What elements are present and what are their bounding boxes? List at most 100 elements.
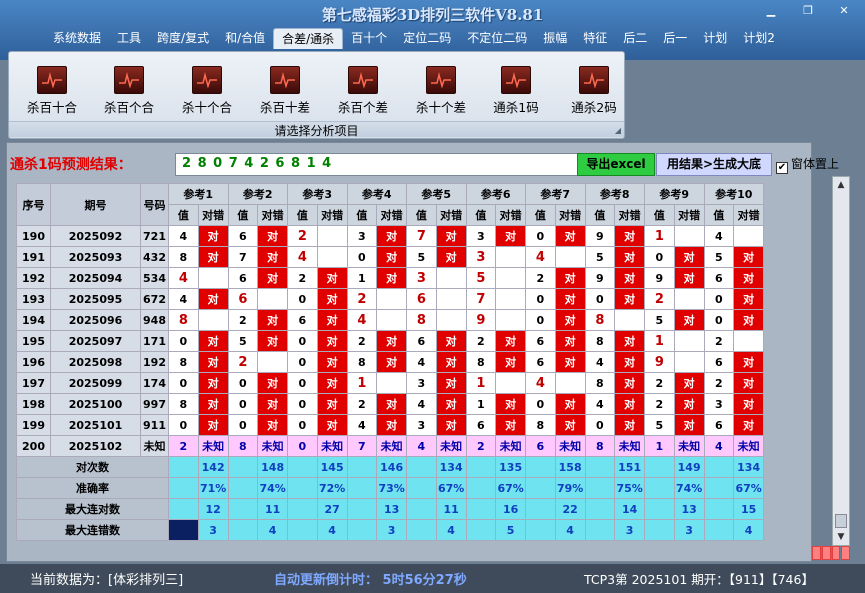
cell-value: 0 <box>168 330 199 352</box>
close-icon[interactable]: ✕ <box>833 4 855 20</box>
cell-seq: 196 <box>16 351 51 373</box>
ribbon-button-3[interactable]: 杀百十差 <box>250 66 320 116</box>
cell-value: 1 <box>465 393 497 415</box>
ribbon-button-6[interactable]: 通杀1码 <box>481 66 551 116</box>
col-header-ref-6: 参考6 <box>465 183 526 205</box>
menu-item-13[interactable]: 计划2 <box>735 28 783 49</box>
ribbon-button-7[interactable]: 通杀2码 <box>559 66 629 116</box>
minimize-icon[interactable]: ▁ <box>760 4 782 20</box>
cell-value: 2 <box>465 435 497 457</box>
ribbon-button-2[interactable]: 杀十个合 <box>172 66 242 116</box>
cell-period: 2025100 <box>50 393 141 415</box>
menu-item-11[interactable]: 后一 <box>655 28 695 49</box>
table-row-prediction[interactable]: 200 2025102 未知 2 未知 8 未知 0 未知 7 未知 4 未知 2 未知 6 未知 8 未知 1 未知 4… <box>16 435 764 457</box>
vertical-scrollbar[interactable]: ▲ ▼ <box>832 176 850 546</box>
cell-value: 7 <box>465 288 497 310</box>
cell-value: 0 <box>525 288 556 310</box>
restore-icon[interactable]: ❐ <box>797 4 819 20</box>
cell-result: 对 <box>257 330 288 352</box>
table-row[interactable]: 196 2025098 192 8 对 2 0 对 8 对 4 对 8 对 6 对 4 对 9 6 对 <box>16 351 764 373</box>
stats-value: 27 <box>316 498 348 520</box>
cell-value: 4 <box>346 414 378 436</box>
col-header-ref-9: 参考9 <box>644 183 705 205</box>
menu-item-12[interactable]: 计划 <box>695 28 735 49</box>
prediction-value-field[interactable]: 2 8 0 7 4 2 6 8 1 4 <box>175 153 585 176</box>
scroll-thumb[interactable] <box>835 514 847 528</box>
cell-result: 对 <box>197 393 229 415</box>
window-ontop-checkbox[interactable]: ✔ 窗体置上 <box>776 155 839 174</box>
cell-value: 0 <box>227 414 259 436</box>
col-subheader-value: 值 <box>465 204 497 226</box>
table-row[interactable]: 194 2025096 948 8 2 对 6 对 4 8 9 0 对 8 5 对 0 对 <box>16 309 764 331</box>
stats-value: 4 <box>554 519 586 541</box>
stats-spacer <box>703 477 735 499</box>
menu-item-9[interactable]: 特征 <box>575 28 615 49</box>
menu-item-0[interactable]: 系统数据 <box>45 28 109 49</box>
ribbon-button-4[interactable]: 杀百个差 <box>328 66 398 116</box>
cell-value: 0 <box>287 435 318 457</box>
scroll-down-icon[interactable]: ▼ <box>833 529 849 545</box>
cell-value: 6 <box>227 288 259 310</box>
stats-value: 5 <box>495 519 526 541</box>
generate-base-button[interactable]: 用结果>生成大底 <box>656 153 772 176</box>
table-row[interactable]: 197 2025099 174 0 对 0 对 0 对 1 3 对 1 4 8 对 2 对 2 对 <box>16 372 764 394</box>
ribbon-button-label: 通杀2码 <box>571 100 617 115</box>
export-excel-button[interactable]: 导出excel <box>577 153 655 176</box>
cell-result: 对 <box>733 414 764 436</box>
cell-result: 未知 <box>554 435 586 457</box>
menu-item-6[interactable]: 定位二码 <box>395 28 459 49</box>
menu-item-7[interactable]: 不定位二码 <box>459 28 535 49</box>
col-subheader-result: 对错 <box>673 204 705 226</box>
cell-result <box>554 372 586 394</box>
cell-period: 2025093 <box>50 246 141 268</box>
table-row[interactable]: 191 2025093 432 8 对 7 对 4 0 对 5 对 3 4 5 对 0 对 5 对 <box>16 246 764 268</box>
ribbon-expand-icon[interactable]: ◢ <box>615 126 621 135</box>
cell-result: 对 <box>316 414 348 436</box>
cell-result: 未知 <box>614 435 645 457</box>
table-row[interactable]: 199 2025101 911 0 对 0 对 0 对 4 对 3 对 6 对 8 对 0 对 5 对 6 对 <box>16 414 764 436</box>
cell-result: 对 <box>614 330 645 352</box>
ribbon-button-0[interactable]: 杀百十合 <box>17 66 87 116</box>
menu-item-4[interactable]: 合差/通杀 <box>273 28 344 49</box>
cell-result <box>197 267 229 289</box>
stats-value: 4 <box>435 519 467 541</box>
table-row[interactable]: 190 2025092 721 4 对 6 对 2 3 对 7 对 3 对 0 对 9 对 1 4 <box>16 225 764 247</box>
col-header-number: 号码 <box>140 183 169 226</box>
menu-item-10[interactable]: 后二 <box>615 28 655 49</box>
analysis-table: 序号 期号 号码 参考1 参考2 参考3 参考4 参考5 参考6 参考7 参考8 参考9 参考10 值对错… <box>16 183 764 541</box>
table-row[interactable]: 195 2025097 171 0 对 5 对 0 对 2 对 6 对 2 对 6 对 8 对 1 2 <box>16 330 764 352</box>
stats-spacer <box>287 519 318 541</box>
cell-value: 0 <box>227 393 259 415</box>
cell-value: 9 <box>644 351 675 373</box>
cell-period: 2025099 <box>50 372 141 394</box>
cell-value: 2 <box>644 288 675 310</box>
table-row[interactable]: 193 2025095 672 4 对 6 0 对 2 6 7 0 对 0 对 2 0 对 <box>16 288 764 310</box>
menu-item-2[interactable]: 跨度/复式 <box>149 28 217 49</box>
menu-item-8[interactable]: 振幅 <box>535 28 575 49</box>
checkbox-check-icon[interactable]: ✔ <box>776 162 788 174</box>
cell-value: 3 <box>406 414 437 436</box>
stats-spacer <box>227 519 259 541</box>
ribbon-button-1[interactable]: 杀百个合 <box>94 66 164 116</box>
menu-item-1[interactable]: 工具 <box>109 28 149 49</box>
cell-value: 0 <box>525 309 556 331</box>
cell-value: 0 <box>525 225 556 247</box>
cell-period: 2025092 <box>50 225 141 247</box>
cell-value: 4 <box>584 393 616 415</box>
scroll-up-icon[interactable]: ▲ <box>833 177 849 193</box>
cell-result: 对 <box>733 372 764 394</box>
cell-result <box>435 288 467 310</box>
cell-value: 5 <box>465 267 497 289</box>
menu-item-3[interactable]: 和/合值 <box>217 28 273 49</box>
cell-period: 2025101 <box>50 414 141 436</box>
table-row[interactable]: 198 2025100 997 8 对 0 对 0 对 2 对 4 对 1 对 0 对 4 对 2 对 3 对 <box>16 393 764 415</box>
app-window: 第七感福彩3D排列三软件V8.81 ▁ ❐ ✕ 系统数据 工具 跨度/复式 和/合值合… <box>0 0 865 593</box>
menu-item-5[interactable]: 百十个 <box>343 28 395 49</box>
ribbon-button-5[interactable]: 杀十个差 <box>406 66 476 116</box>
resize-grip[interactable] <box>812 546 850 560</box>
table-row[interactable]: 192 2025094 534 4 6 对 2 对 1 对 3 5 2 对 9 对 9 对 6 对 <box>16 267 764 289</box>
cell-result: 未知 <box>733 435 764 457</box>
cell-value: 0 <box>525 393 556 415</box>
stats-value: 148 <box>257 456 288 478</box>
cell-value: 6 <box>287 309 318 331</box>
